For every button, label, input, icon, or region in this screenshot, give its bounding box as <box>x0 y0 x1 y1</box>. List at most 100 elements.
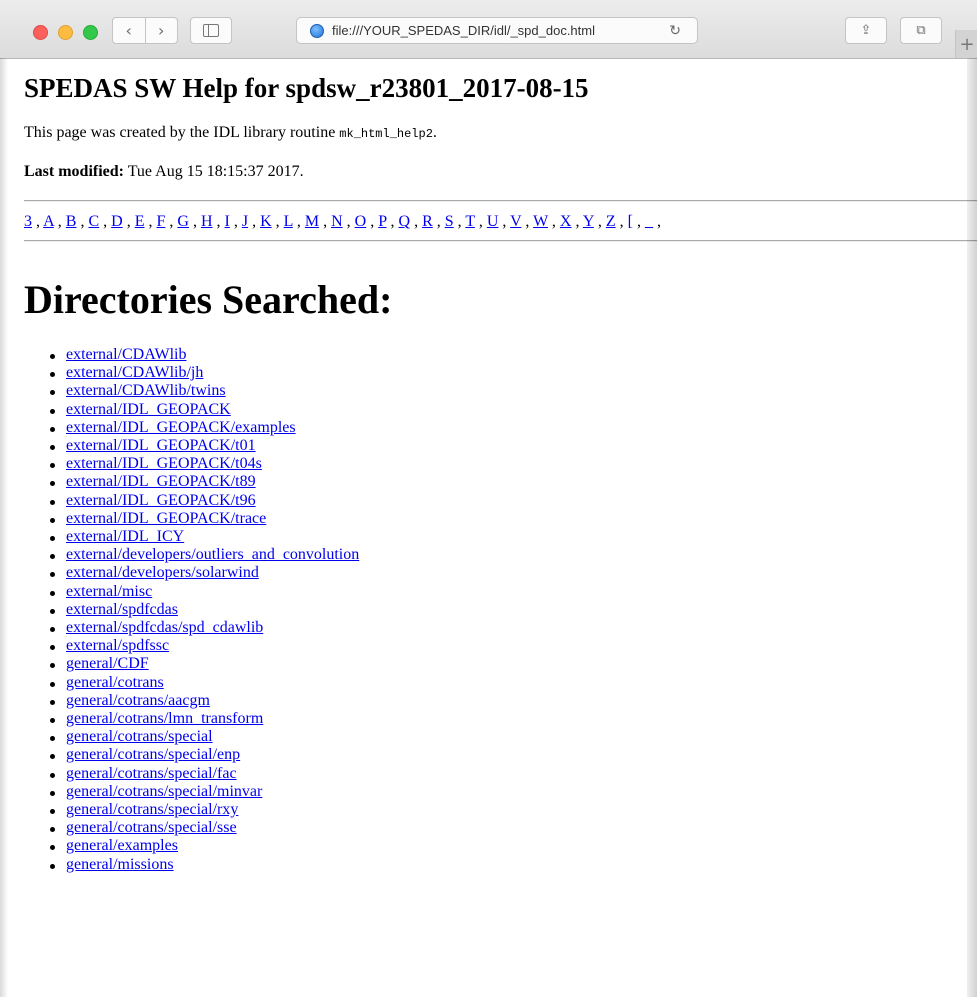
letter-index-link[interactable]: Q <box>399 213 411 230</box>
address-bar[interactable]: file:///YOUR_SPEDAS_DIR/idl/_spd_doc.htm… <box>296 17 698 44</box>
list-item: external/IDL_GEOPACK/trace <box>48 510 977 528</box>
letter-index-link[interactable]: C <box>88 213 99 230</box>
directory-link[interactable]: external/developers/solarwind <box>66 564 259 581</box>
close-window-button[interactable] <box>33 25 48 40</box>
list-item: general/cotrans <box>48 674 977 692</box>
directory-link[interactable]: general/cotrans/aacgm <box>66 692 210 709</box>
directory-link[interactable]: general/examples <box>66 837 178 854</box>
directory-link[interactable]: external/IDL_GEOPACK/t96 <box>66 492 256 509</box>
directory-link[interactable]: external/IDL_ICY <box>66 528 184 545</box>
directory-link[interactable]: general/cotrans/special <box>66 728 213 745</box>
letter-index-link[interactable]: H <box>201 213 213 230</box>
forward-button[interactable]: › <box>144 18 178 43</box>
letter-index-link[interactable]: R <box>422 213 433 230</box>
new-tab-button[interactable]: + <box>955 30 977 58</box>
chevron-right-icon: › <box>158 21 165 40</box>
directory-link[interactable]: external/IDL_GEOPACK/t89 <box>66 473 256 490</box>
letter-separator: , <box>366 213 379 230</box>
directory-link[interactable]: external/spdfcdas <box>66 601 178 618</box>
directory-link[interactable]: external/IDL_GEOPACK/trace <box>66 510 266 527</box>
letter-index-link[interactable]: 3 <box>24 213 32 230</box>
letter-separator: , <box>248 213 261 230</box>
directory-link[interactable]: general/cotrans/special/rxy <box>66 801 238 818</box>
directory-link[interactable]: external/spdfssc <box>66 637 169 654</box>
letter-separator: , <box>342 213 355 230</box>
list-item: general/cotrans/special/sse <box>48 819 977 837</box>
letter-index-link[interactable]: W <box>533 213 548 230</box>
directory-link[interactable]: general/CDF <box>66 655 149 672</box>
letter-separator: , <box>99 213 112 230</box>
list-item: external/developers/solarwind <box>48 564 977 582</box>
directory-link[interactable]: general/cotrans/special/fac <box>66 765 237 782</box>
directory-link[interactable]: general/cotrans/special/sse <box>66 819 237 836</box>
letter-separator: , <box>229 213 242 230</box>
directory-link[interactable]: general/cotrans/special/enp <box>66 746 240 763</box>
directory-link[interactable]: external/misc <box>66 583 152 600</box>
letter-index-link[interactable]: Y <box>583 213 594 230</box>
letter-separator: , <box>32 213 44 230</box>
directory-link[interactable]: external/IDL_GEOPACK/t04s <box>66 455 262 472</box>
directory-link[interactable]: general/cotrans <box>66 674 164 691</box>
letter-index-link[interactable]: Z <box>606 213 616 230</box>
letter-index-link[interactable]: T <box>465 213 474 230</box>
list-item: general/cotrans/special <box>48 728 977 746</box>
letter-index-link[interactable]: L <box>284 213 293 230</box>
list-item: external/CDAWlib/jh <box>48 364 977 382</box>
letter-index-link[interactable]: D <box>111 213 123 230</box>
letter-index-link[interactable]: A <box>43 213 54 230</box>
letter-index-link[interactable]: _ <box>645 213 653 230</box>
letter-index-link[interactable]: N <box>331 213 343 230</box>
list-item: external/IDL_ICY <box>48 528 977 546</box>
address-text: file:///YOUR_SPEDAS_DIR/idl/_spd_doc.htm… <box>332 23 595 38</box>
plus-icon: + <box>959 33 975 55</box>
letter-index-link[interactable]: S <box>445 213 454 230</box>
letter-index-link[interactable]: X <box>560 213 572 230</box>
list-item: general/cotrans/aacgm <box>48 692 977 710</box>
letter-index-link[interactable]: K <box>260 213 272 230</box>
letter-index-link[interactable]: O <box>355 213 367 230</box>
letter-index-link[interactable]: V <box>510 213 521 230</box>
letter-index-link[interactable]: B <box>66 213 77 230</box>
directory-link[interactable]: external/spdfcdas/spd_cdawlib <box>66 619 263 636</box>
list-item: external/spdfcdas <box>48 601 977 619</box>
list-item: external/IDL_GEOPACK/t89 <box>48 473 977 491</box>
sidebar-icon <box>203 24 219 37</box>
letter-separator: , <box>615 213 628 230</box>
list-item: external/IDL_GEOPACK/t96 <box>48 492 977 510</box>
back-button[interactable]: ‹ <box>113 18 145 43</box>
last-modified-text: Last modified: Tue Aug 15 18:15:37 2017. <box>24 162 977 182</box>
letter-separator: , <box>571 213 583 230</box>
directory-link[interactable]: external/CDAWlib <box>66 346 186 363</box>
share-button[interactable]: ⇪ <box>845 17 887 44</box>
list-item: general/cotrans/lmn_transform <box>48 710 977 728</box>
show-tabs-button[interactable]: ⧉ <box>900 17 942 44</box>
directory-link[interactable]: general/cotrans/lmn_transform <box>66 710 263 727</box>
zoom-window-button[interactable] <box>83 25 98 40</box>
list-item: general/examples <box>48 837 977 855</box>
minimize-window-button[interactable] <box>58 25 73 40</box>
directory-link[interactable]: external/CDAWlib/jh <box>66 364 203 381</box>
directory-link[interactable]: general/missions <box>66 856 174 873</box>
letter-index-link[interactable]: M <box>305 213 319 230</box>
directory-link[interactable]: general/cotrans/special/minvar <box>66 783 262 800</box>
list-item: general/missions <box>48 856 977 874</box>
reload-icon[interactable]: ↻ <box>669 23 681 39</box>
list-item: general/cotrans/special/minvar <box>48 783 977 801</box>
list-item: general/cotrans/special/fac <box>48 765 977 783</box>
directory-link[interactable]: external/IDL_GEOPACK <box>66 401 231 418</box>
letter-separator: , <box>432 213 445 230</box>
sidebar-toggle-button[interactable] <box>190 17 232 44</box>
list-item: external/CDAWlib <box>48 346 977 364</box>
letter-index-link[interactable]: P <box>378 213 386 230</box>
tabs-icon: ⧉ <box>916 23 926 38</box>
directory-link[interactable]: external/developers/outliers_and_convolu… <box>66 546 359 563</box>
letter-separator: , <box>212 213 225 230</box>
list-item: external/spdfssc <box>48 637 977 655</box>
letter-index-link[interactable]: G <box>177 213 189 230</box>
letter-separator: , <box>632 213 645 230</box>
directory-link[interactable]: external/CDAWlib/twins <box>66 382 226 399</box>
letter-index-link[interactable]: U <box>487 213 499 230</box>
directory-link[interactable]: external/IDL_GEOPACK/examples <box>66 419 296 436</box>
directory-link[interactable]: external/IDL_GEOPACK/t01 <box>66 437 256 454</box>
letter-separator: , <box>319 213 332 230</box>
